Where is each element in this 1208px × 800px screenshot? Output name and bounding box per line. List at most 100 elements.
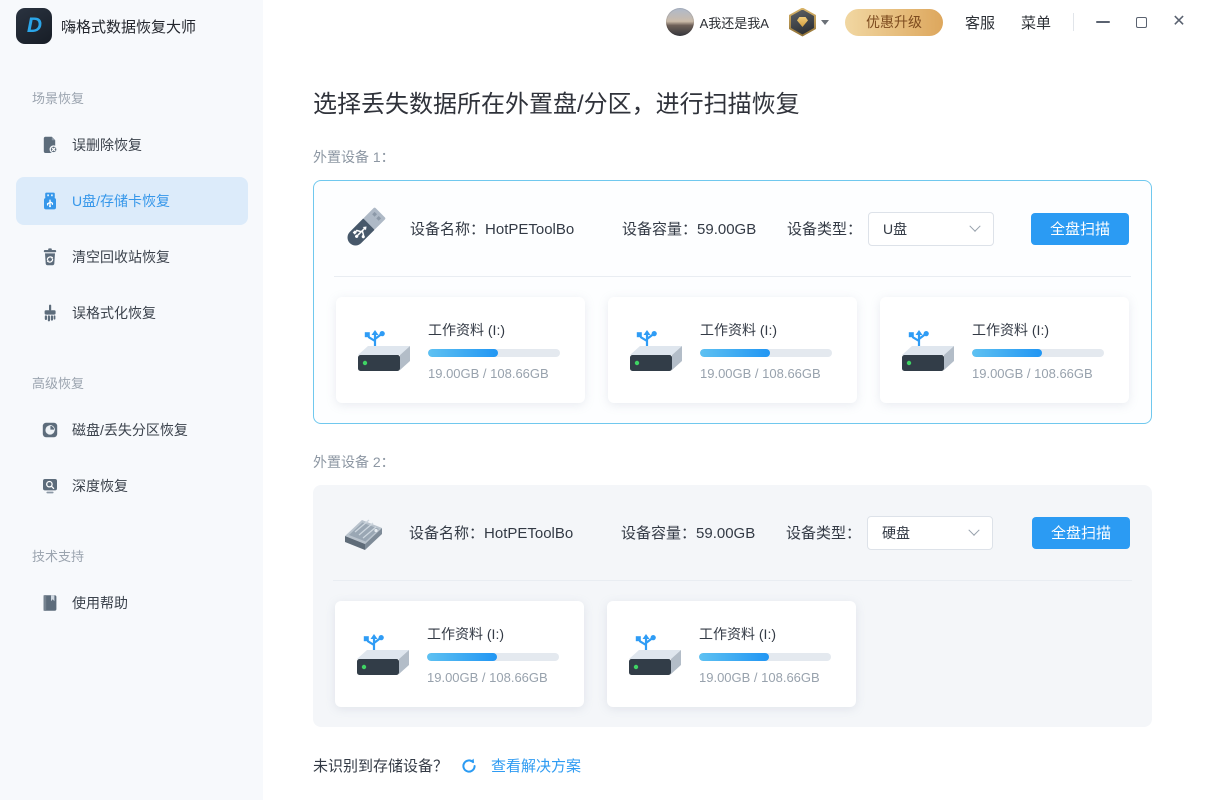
partition-card[interactable]: 工作资料 (I:) 19.00GB / 108.66GB: [335, 601, 584, 707]
partition-card[interactable]: 工作资料 (I:) 19.00GB / 108.66GB: [608, 297, 857, 403]
hard-disk-icon: [335, 505, 391, 561]
content: 选择丢失数据所在外置盘/分区，进行扫描恢复 外置设备 1：: [263, 44, 1208, 776]
sidebar-item-label: 清空回收站恢复: [72, 247, 170, 267]
help-book-icon: [40, 593, 60, 613]
device-name-value: HotPEToolBo: [485, 221, 574, 238]
view-solution-link[interactable]: 查看解决方案: [491, 755, 581, 776]
partition-usage-fill: [972, 349, 1042, 357]
device-2-label: 外置设备 2：: [313, 452, 1152, 472]
header-divider: [1073, 13, 1074, 31]
full-scan-button[interactable]: 全盘扫描: [1031, 213, 1129, 245]
sidebar-item-label: 误删除恢复: [72, 135, 142, 155]
full-scan-button[interactable]: 全盘扫描: [1032, 517, 1130, 549]
sidebar-item-deleted-recovery[interactable]: 误删除恢复: [16, 121, 248, 169]
disk-partition-icon: [40, 420, 60, 440]
partition-usage-text: 19.00GB / 108.66GB: [427, 670, 559, 685]
main-area: A我还是我A 优惠升级 客服 菜单 ✕ 选择丢失数据所在外置盘/分区，进行扫描恢…: [263, 0, 1208, 800]
partition-card[interactable]: 工作资料 (I:) 19.00GB / 108.66GB: [880, 297, 1129, 403]
usb-stick-icon: [40, 191, 60, 211]
device-capacity-value: 59.00GB: [697, 221, 756, 238]
device-panel-2[interactable]: 设备名称：HotPEToolBo 设备容量：59.00GB 设备类型： 硬盘 全…: [313, 485, 1152, 727]
file-delete-icon: [40, 135, 60, 155]
sidebar-item-label: 磁盘/丢失分区恢复: [72, 420, 188, 440]
page-title: 选择丢失数据所在外置盘/分区，进行扫描恢复: [313, 84, 1152, 119]
sidebar: D 嗨格式数据恢复大师 场景恢复 误删除恢复: [0, 0, 263, 800]
sidebar-item-format-recovery[interactable]: 误格式化恢复: [16, 289, 248, 337]
partition-usage-fill: [699, 653, 769, 661]
deep-scan-icon: [40, 476, 60, 496]
customer-service-link[interactable]: 客服: [965, 12, 995, 33]
device-capacity-value: 59.00GB: [696, 525, 755, 542]
partition-name: 工作资料 (I:): [427, 624, 559, 644]
device-1-label: 外置设备 1：: [313, 147, 1152, 167]
partition-name: 工作资料 (I:): [699, 624, 831, 644]
top-header: A我还是我A 优惠升级 客服 菜单 ✕: [263, 0, 1208, 44]
usb-drive-icon: [625, 630, 681, 678]
partition-usage-fill: [427, 653, 497, 661]
device-capacity-label: 设备容量：: [621, 525, 696, 542]
partition-card[interactable]: 工作资料 (I:) 19.00GB / 108.66GB: [607, 601, 856, 707]
not-recognized-question: 未识别到存储设备？: [313, 755, 448, 776]
device-capacity-field: 设备容量：59.00GB: [621, 522, 786, 543]
minimize-button[interactable]: [1094, 13, 1112, 31]
partition-info: 工作资料 (I:) 19.00GB / 108.66GB: [699, 624, 831, 685]
footer-row: 未识别到存储设备？ 查看解决方案: [313, 755, 1152, 776]
device-1-partitions: 工作资料 (I:) 19.00GB / 108.66GB: [314, 277, 1151, 423]
device-name-label: 设备名称：: [410, 221, 485, 238]
close-button[interactable]: ✕: [1170, 13, 1188, 31]
app-title: 嗨格式数据恢复大师: [61, 16, 196, 37]
usb-drive-icon: [354, 326, 410, 374]
maximize-button[interactable]: [1132, 13, 1150, 31]
partition-usage-bar: [699, 653, 831, 661]
device-type-label: 设备类型：: [786, 522, 861, 543]
device-type-label: 设备类型：: [787, 218, 862, 239]
sidebar-item-disk-partition-recovery[interactable]: 磁盘/丢失分区恢复: [16, 406, 248, 454]
sidebar-item-usb-recovery[interactable]: U盘/存储卡恢复: [16, 177, 248, 225]
sidebar-item-label: 使用帮助: [72, 593, 128, 613]
caret-down-icon[interactable]: [821, 20, 829, 25]
sidebar-item-label: 深度恢复: [72, 476, 128, 496]
sidebar-section-scene: 场景恢复: [32, 88, 263, 107]
partition-usage-bar: [428, 349, 560, 357]
partition-info: 工作资料 (I:) 19.00GB / 108.66GB: [700, 320, 832, 381]
sidebar-nav-scene: 误删除恢复 U盘/存储卡恢复: [0, 121, 263, 337]
partition-info: 工作资料 (I:) 19.00GB / 108.66GB: [427, 624, 559, 685]
recycle-bin-icon: [40, 247, 60, 267]
sidebar-nav-support: 使用帮助: [0, 579, 263, 627]
usb-drive-icon: [626, 326, 682, 374]
diamond-gem-icon: [797, 17, 808, 27]
sidebar-section-advanced: 高级恢复: [32, 373, 263, 392]
sidebar-nav-advanced: 磁盘/丢失分区恢复 深度恢复: [0, 406, 263, 510]
user-avatar[interactable]: [666, 8, 694, 36]
close-icon: ✕: [1172, 14, 1185, 30]
sidebar-item-deep-recovery[interactable]: 深度恢复: [16, 462, 248, 510]
format-brush-icon: [40, 303, 60, 323]
partition-name: 工作资料 (I:): [700, 320, 832, 340]
usb-drive-icon: [353, 630, 409, 678]
vip-diamond-icon[interactable]: [789, 8, 816, 37]
sidebar-item-help[interactable]: 使用帮助: [16, 579, 248, 627]
upgrade-button[interactable]: 优惠升级: [845, 9, 943, 36]
device-type-select[interactable]: U盘: [868, 212, 994, 246]
vip-badge-inner: [791, 10, 814, 35]
partition-usage-fill: [700, 349, 770, 357]
menu-link[interactable]: 菜单: [1021, 12, 1051, 33]
partition-name: 工作资料 (I:): [428, 320, 560, 340]
refresh-icon[interactable]: [460, 757, 478, 775]
partition-name: 工作资料 (I:): [972, 320, 1104, 340]
app-window: D 嗨格式数据恢复大师 场景恢复 误删除恢复: [0, 0, 1208, 800]
device-name-field: 设备名称：HotPEToolBo: [409, 522, 621, 543]
partition-usage-fill: [428, 349, 498, 357]
partition-usage-text: 19.00GB / 108.66GB: [972, 366, 1104, 381]
partition-usage-text: 19.00GB / 108.66GB: [428, 366, 560, 381]
partition-info: 工作资料 (I:) 19.00GB / 108.66GB: [428, 320, 560, 381]
logo-letter: D: [27, 14, 41, 38]
usb-flash-drive-icon: [336, 201, 392, 257]
sidebar-item-recycle-bin-recovery[interactable]: 清空回收站恢复: [16, 233, 248, 281]
partition-usage-bar: [972, 349, 1104, 357]
device-panel-1[interactable]: 设备名称：HotPEToolBo 设备容量：59.00GB 设备类型： U盘 全…: [313, 180, 1152, 424]
partition-card[interactable]: 工作资料 (I:) 19.00GB / 108.66GB: [336, 297, 585, 403]
minimize-icon: [1096, 21, 1110, 23]
partition-info: 工作资料 (I:) 19.00GB / 108.66GB: [972, 320, 1104, 381]
device-type-select[interactable]: 硬盘: [867, 516, 993, 550]
